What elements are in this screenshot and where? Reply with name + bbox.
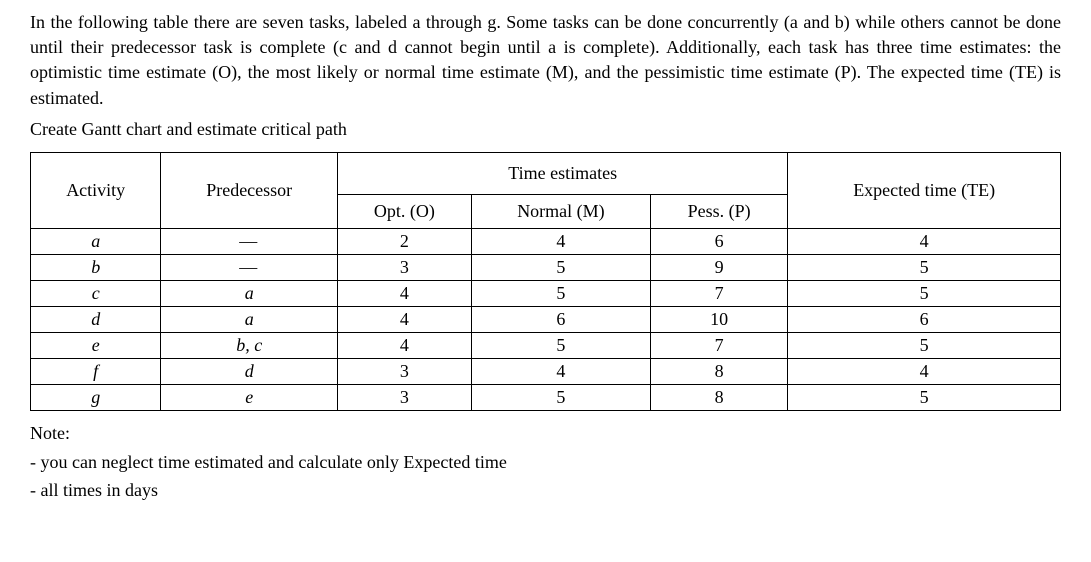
cell-activity: b: [31, 254, 161, 280]
cell-normal: 5: [471, 332, 650, 358]
cell-opt: 4: [338, 306, 472, 332]
cell-pess: 8: [651, 384, 788, 410]
cell-predecessor: —: [161, 254, 338, 280]
cell-activity: e: [31, 332, 161, 358]
cell-pess: 7: [651, 280, 788, 306]
cell-te: 6: [788, 306, 1061, 332]
cell-normal: 5: [471, 280, 650, 306]
header-predecessor: Predecessor: [161, 152, 338, 228]
cell-pess: 10: [651, 306, 788, 332]
cell-opt: 4: [338, 332, 472, 358]
cell-te: 4: [788, 228, 1061, 254]
header-opt: Opt. (O): [338, 194, 472, 228]
cell-activity: a: [31, 228, 161, 254]
task-table: Activity Predecessor Time estimates Expe…: [30, 152, 1061, 411]
cell-normal: 4: [471, 358, 650, 384]
cell-te: 4: [788, 358, 1061, 384]
cell-te: 5: [788, 332, 1061, 358]
cell-te: 5: [788, 254, 1061, 280]
note-section: Note: - you can neglect time estimated a…: [30, 419, 1061, 505]
table-row: f d 3 4 8 4: [31, 358, 1061, 384]
header-time-estimates: Time estimates: [338, 152, 788, 194]
note-item-2: - all times in days: [30, 476, 1061, 505]
cell-predecessor: e: [161, 384, 338, 410]
cell-activity: g: [31, 384, 161, 410]
cell-predecessor: —: [161, 228, 338, 254]
cell-activity: f: [31, 358, 161, 384]
cell-opt: 4: [338, 280, 472, 306]
cell-opt: 2: [338, 228, 472, 254]
cell-normal: 5: [471, 254, 650, 280]
cell-pess: 9: [651, 254, 788, 280]
header-activity: Activity: [31, 152, 161, 228]
instruction-text: Create Gantt chart and estimate critical…: [30, 119, 1061, 140]
cell-predecessor: a: [161, 280, 338, 306]
cell-te: 5: [788, 384, 1061, 410]
table-row: g e 3 5 8 5: [31, 384, 1061, 410]
note-label: Note:: [30, 419, 1061, 448]
table-row: b — 3 5 9 5: [31, 254, 1061, 280]
cell-normal: 5: [471, 384, 650, 410]
table-header-row-1: Activity Predecessor Time estimates Expe…: [31, 152, 1061, 194]
cell-activity: d: [31, 306, 161, 332]
cell-pess: 8: [651, 358, 788, 384]
cell-te: 5: [788, 280, 1061, 306]
intro-paragraph: In the following table there are seven t…: [30, 10, 1061, 111]
cell-predecessor: d: [161, 358, 338, 384]
cell-opt: 3: [338, 358, 472, 384]
header-pess: Pess. (P): [651, 194, 788, 228]
header-normal: Normal (M): [471, 194, 650, 228]
cell-opt: 3: [338, 254, 472, 280]
cell-pess: 7: [651, 332, 788, 358]
note-item-1: - you can neglect time estimated and cal…: [30, 448, 1061, 477]
table-row: c a 4 5 7 5: [31, 280, 1061, 306]
table-row: d a 4 6 10 6: [31, 306, 1061, 332]
cell-activity: c: [31, 280, 161, 306]
cell-predecessor: a: [161, 306, 338, 332]
cell-normal: 4: [471, 228, 650, 254]
table-row: e b, c 4 5 7 5: [31, 332, 1061, 358]
table-row: a — 2 4 6 4: [31, 228, 1061, 254]
cell-normal: 6: [471, 306, 650, 332]
cell-opt: 3: [338, 384, 472, 410]
header-expected-time: Expected time (TE): [788, 152, 1061, 228]
cell-pess: 6: [651, 228, 788, 254]
cell-predecessor: b, c: [161, 332, 338, 358]
